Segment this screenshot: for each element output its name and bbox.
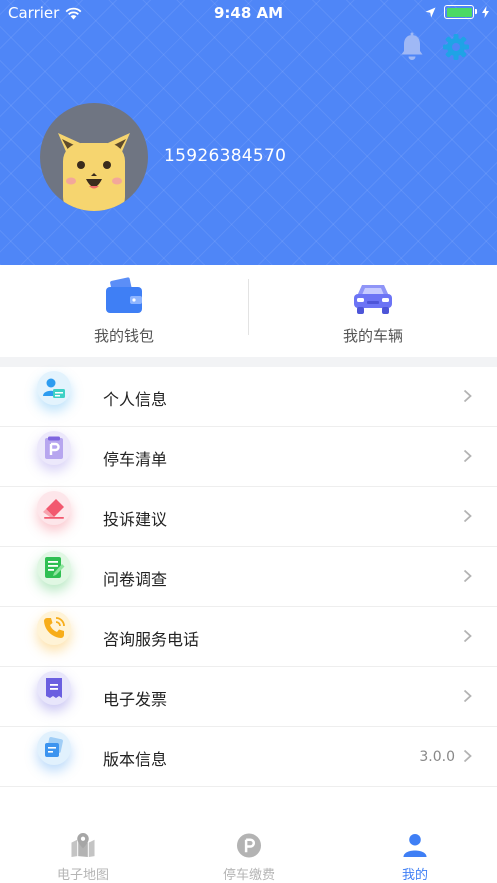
chevron-right-icon: [463, 629, 472, 643]
menu-label: 个人信息: [103, 390, 168, 409]
my-vehicle-label: 我的车辆: [342, 327, 403, 345]
menu-item-survey[interactable]: 问卷调查: [0, 547, 497, 607]
section-gap: [0, 357, 497, 367]
invoice-icon: [37, 671, 71, 705]
menu-label: 停车清单: [103, 450, 168, 469]
chevron-right-icon: [463, 749, 472, 763]
status-right: [425, 5, 489, 19]
quick-actions: 我的钱包 我的车辆: [0, 265, 497, 357]
menu-item-service-phone[interactable]: 咨询服务电话: [0, 607, 497, 667]
car-icon: [354, 285, 392, 314]
tab-label: 电子地图: [56, 868, 109, 883]
menu-label: 投诉建议: [103, 510, 168, 529]
chevron-right-icon: [463, 689, 472, 703]
menu-item-version[interactable]: 版本信息 3.0.0: [0, 727, 497, 787]
tab-parking-pay[interactable]: 停车缴费: [166, 833, 332, 883]
wallet-icon: [106, 277, 142, 313]
menu-label: 电子发票: [103, 690, 168, 709]
parking-list-icon: [37, 431, 71, 465]
status-time: 9:48 AM: [213, 4, 284, 22]
survey-icon: [37, 551, 71, 585]
person-card-icon: [37, 371, 71, 405]
menu-item-invoice[interactable]: 电子发票: [0, 667, 497, 727]
menu-item-personal-info[interactable]: 个人信息: [0, 367, 497, 427]
header-actions: [397, 32, 471, 62]
menu-label: 咨询服务电话: [103, 630, 200, 649]
status-bar: Carrier 9:48 AM: [0, 0, 497, 26]
eraser-icon: [37, 491, 71, 525]
menu-label: 版本信息: [103, 750, 168, 769]
chevron-right-icon: [463, 569, 472, 583]
settings-gear-icon[interactable]: [441, 32, 471, 62]
phone-icon: [37, 611, 71, 645]
wallet-button[interactable]: 我的钱包: [0, 265, 248, 357]
version-value: 3.0.0: [419, 749, 455, 765]
profile-header: Carrier 9:48 AM 15926384570: [0, 0, 497, 265]
menu-item-complaints[interactable]: 投诉建议: [0, 487, 497, 547]
chevron-right-icon: [463, 509, 472, 523]
menu-item-parking-list[interactable]: 停车清单: [0, 427, 497, 487]
notification-bell-icon[interactable]: [397, 32, 427, 62]
tab-label: 我的: [401, 868, 428, 883]
user-icon: [403, 833, 427, 858]
parking-pay-icon: [236, 833, 262, 858]
cat-avatar-icon: [58, 133, 130, 211]
my-vehicle-button[interactable]: 我的车辆: [249, 265, 497, 357]
tab-bar: 电子地图 停车缴费 我的: [0, 828, 497, 883]
chevron-right-icon: [463, 389, 472, 403]
avatar[interactable]: [40, 103, 148, 211]
wallet-label: 我的钱包: [93, 327, 154, 345]
battery-icon: [444, 5, 477, 19]
menu-label: 问卷调查: [103, 570, 168, 589]
chevron-right-icon: [463, 449, 472, 463]
settings-menu: 个人信息 停车清单 投诉建议 问卷调查 咨询服务电话 电子发票 版本信息 3.0…: [0, 367, 497, 787]
phone-number: 15926384570: [164, 146, 287, 166]
tab-mine[interactable]: 我的: [332, 833, 497, 883]
location-arrow-icon: [425, 7, 436, 17]
version-icon: [37, 731, 71, 765]
map-icon: [71, 833, 95, 858]
tab-label: 停车缴费: [222, 868, 275, 883]
charging-bolt-icon: [482, 6, 489, 18]
tab-map[interactable]: 电子地图: [0, 833, 166, 883]
